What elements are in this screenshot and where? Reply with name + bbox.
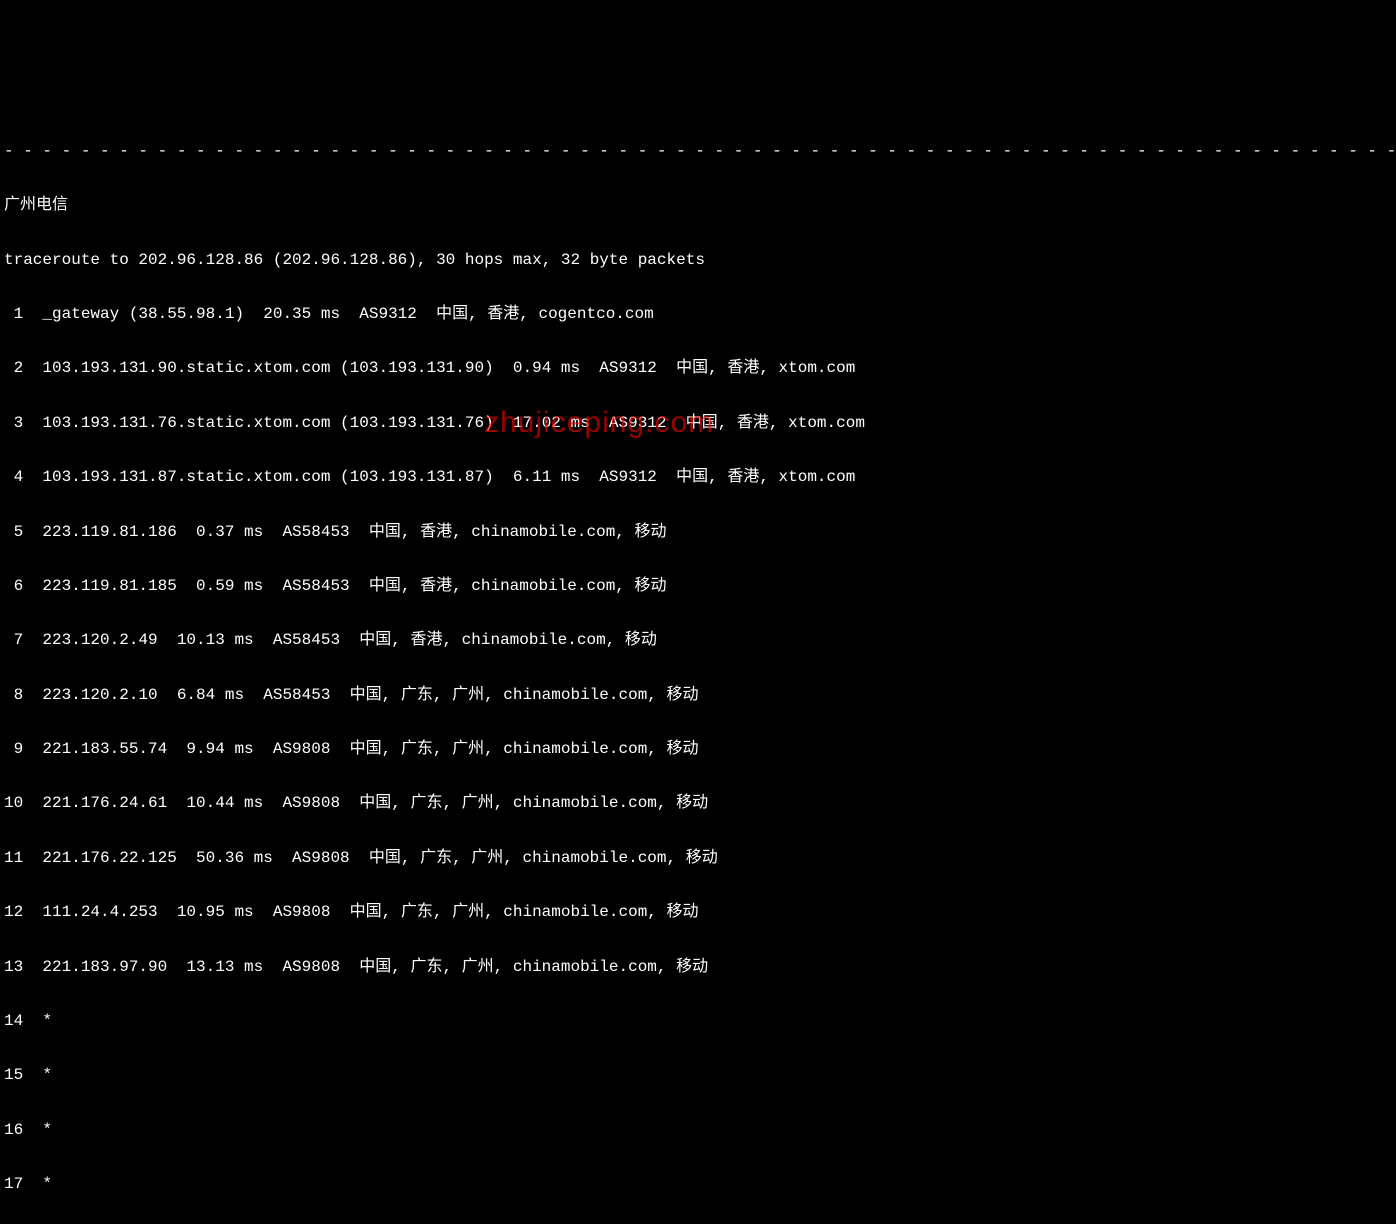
hop-line: 9 221.183.55.74 9.94 ms AS9808 中国, 广东, 广… xyxy=(4,736,1392,763)
hop-line: 3 103.193.131.76.static.xtom.com (103.19… xyxy=(4,410,1392,437)
separator-line: - - - - - - - - - - - - - - - - - - - - … xyxy=(4,138,1392,165)
hop-line: 7 223.120.2.49 10.13 ms AS58453 中国, 香港, … xyxy=(4,627,1392,654)
hop-line: 10 221.176.24.61 10.44 ms AS9808 中国, 广东,… xyxy=(4,790,1392,817)
hop-line: 2 103.193.131.90.static.xtom.com (103.19… xyxy=(4,355,1392,382)
hop-line: 14 * xyxy=(4,1008,1392,1035)
hop-line: 16 * xyxy=(4,1117,1392,1144)
hop-line: 6 223.119.81.185 0.59 ms AS58453 中国, 香港,… xyxy=(4,573,1392,600)
hop-line: 4 103.193.131.87.static.xtom.com (103.19… xyxy=(4,464,1392,491)
trace-title: 广州电信 xyxy=(4,192,1392,219)
hop-line: 12 111.24.4.253 10.95 ms AS9808 中国, 广东, … xyxy=(4,899,1392,926)
hop-line: 13 221.183.97.90 13.13 ms AS9808 中国, 广东,… xyxy=(4,954,1392,981)
hop-line: 15 * xyxy=(4,1062,1392,1089)
terminal-output: - - - - - - - - - - - - - - - - - - - - … xyxy=(4,111,1392,1224)
hop-line: 11 221.176.22.125 50.36 ms AS9808 中国, 广东… xyxy=(4,845,1392,872)
hop-line: 5 223.119.81.186 0.37 ms AS58453 中国, 香港,… xyxy=(4,519,1392,546)
hop-line: 17 * xyxy=(4,1171,1392,1198)
hop-line: 8 223.120.2.10 6.84 ms AS58453 中国, 广东, 广… xyxy=(4,682,1392,709)
hop-line: 1 _gateway (38.55.98.1) 20.35 ms AS9312 … xyxy=(4,301,1392,328)
trace-header: traceroute to 202.96.128.86 (202.96.128.… xyxy=(4,247,1392,274)
